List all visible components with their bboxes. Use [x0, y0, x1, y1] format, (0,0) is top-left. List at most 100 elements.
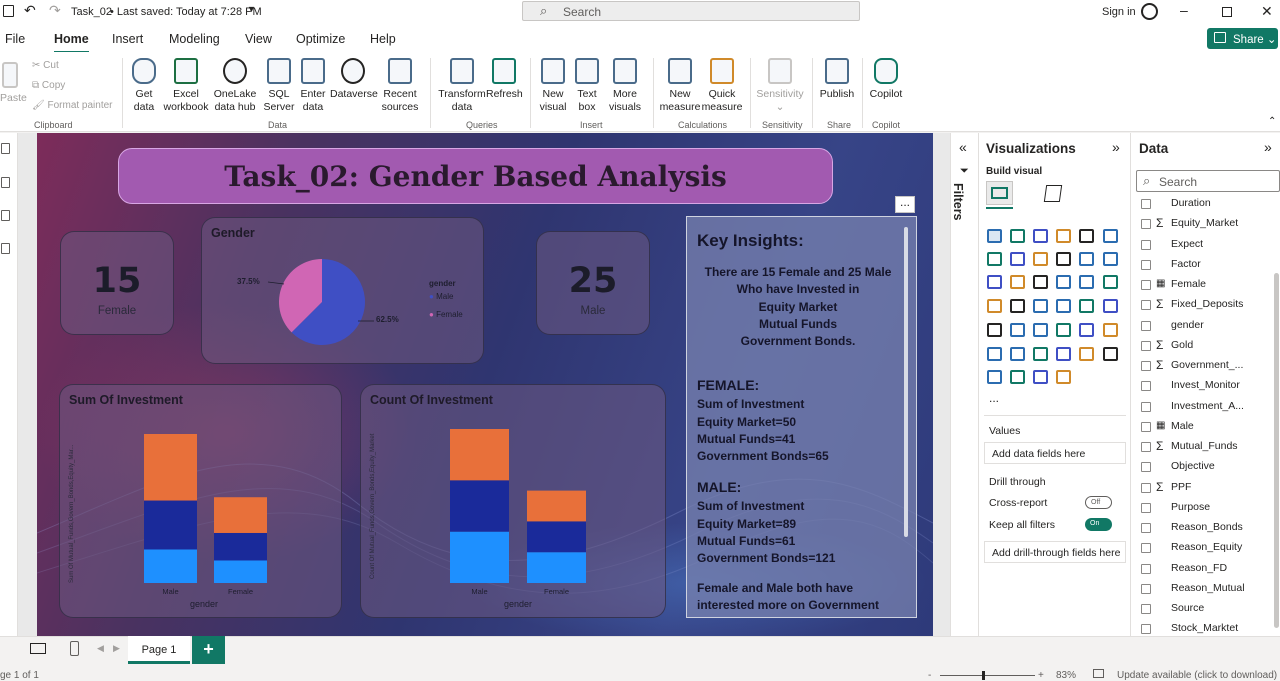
desktop-view-icon[interactable]: [30, 643, 46, 654]
onelake-button[interactable]: OneLake data hub: [211, 58, 259, 114]
new-measure-button[interactable]: New measure: [659, 58, 701, 114]
insights-scrollbar[interactable]: [904, 227, 908, 537]
minimize-icon[interactable]: –: [1180, 2, 1188, 18]
visual-type-icon[interactable]: [1103, 299, 1118, 313]
field-reason-bonds[interactable]: Reason_Bonds: [1141, 521, 1280, 541]
text-box-button[interactable]: Text box: [574, 58, 600, 114]
field-checkbox[interactable]: [1141, 482, 1151, 493]
bar-segment-female[interactable]: [527, 521, 586, 553]
field-checkbox[interactable]: [1141, 320, 1151, 331]
visual-type-icon[interactable]: [1010, 347, 1025, 361]
gender-pie-card[interactable]: Gender 37.5% 62.5% gender ● Male ● Femal…: [201, 217, 484, 364]
dataverse-button[interactable]: Dataverse: [330, 58, 378, 101]
field-reason-mutual[interactable]: Reason_Mutual: [1141, 582, 1280, 602]
visual-type-icon[interactable]: [1056, 229, 1071, 243]
legend-item-female[interactable]: ● Female: [429, 310, 463, 319]
count-investment-chart[interactable]: Male Female: [361, 385, 667, 619]
field-female[interactable]: ▦ Female: [1141, 278, 1280, 298]
bar-segment-male[interactable]: [450, 429, 509, 481]
field-fixed-deposits[interactable]: Σ Fixed_Deposits: [1141, 297, 1280, 318]
field-checkbox[interactable]: [1141, 583, 1151, 594]
visual-type-icon[interactable]: [1103, 252, 1118, 266]
female-kpi-card[interactable]: 15 Female: [60, 231, 174, 335]
visual-type-icon[interactable]: [987, 252, 1002, 266]
visual-type-icon[interactable]: [1079, 275, 1094, 289]
field-reason-equity[interactable]: Reason_Equity: [1141, 541, 1280, 561]
data-search-input[interactable]: ⌕ Search: [1136, 170, 1280, 192]
maximize-icon[interactable]: [1222, 7, 1232, 17]
visual-type-icon[interactable]: [987, 229, 1002, 243]
visual-type-icon[interactable]: [1033, 299, 1048, 313]
visual-type-icon[interactable]: [1079, 299, 1094, 313]
more-options-button[interactable]: ...: [895, 196, 915, 213]
visual-type-icon[interactable]: [1079, 252, 1094, 266]
format-painter-button[interactable]: 🖌 Format painter: [32, 100, 113, 111]
chevron-down-icon[interactable]: ▼: [247, 4, 256, 14]
field-reason-fd[interactable]: Reason_FD: [1141, 562, 1280, 582]
visual-type-icon[interactable]: [1010, 275, 1025, 289]
collapse-data-icon[interactable]: »: [1264, 139, 1272, 155]
field-checkbox[interactable]: [1141, 340, 1151, 351]
mobile-view-icon[interactable]: [70, 641, 79, 656]
copy-button[interactable]: ⧉ Copy: [32, 80, 65, 91]
visual-type-icon[interactable]: [1103, 347, 1118, 361]
field-checkbox[interactable]: [1141, 280, 1151, 290]
key-insights-textbox[interactable]: Key Insights: There are 15 Female and 25…: [686, 216, 917, 618]
report-view-icon[interactable]: [1, 143, 10, 154]
bar-segment-female[interactable]: [527, 490, 586, 522]
sign-in-link[interactable]: Sign in: [1102, 6, 1136, 18]
sum-investment-card[interactable]: Sum Of Investment Sum Of Mutual_Funds,Go…: [59, 384, 342, 618]
field-duration[interactable]: Duration: [1141, 197, 1280, 217]
field-checkbox[interactable]: [1141, 361, 1151, 371]
page-tab-page-1[interactable]: Page 1: [128, 636, 190, 664]
field-equity-market[interactable]: Σ Equity_Market: [1141, 216, 1280, 237]
visual-type-icon[interactable]: [1010, 299, 1025, 313]
visual-type-icon[interactable]: [987, 347, 1002, 361]
sum-investment-chart[interactable]: Male Female: [60, 385, 343, 619]
visual-type-icon[interactable]: [987, 370, 1002, 384]
visual-type-icon[interactable]: [1033, 323, 1048, 337]
bar-segment-male[interactable]: [144, 500, 197, 550]
field-checkbox[interactable]: [1141, 401, 1151, 412]
visual-type-icon[interactable]: [987, 299, 1002, 313]
field-gold[interactable]: Σ Gold: [1141, 338, 1280, 359]
expand-filters-icon[interactable]: «: [959, 139, 967, 155]
account-icon[interactable]: [1141, 3, 1158, 20]
table-view-icon[interactable]: [1, 177, 10, 188]
menu-home[interactable]: Home: [54, 32, 89, 53]
filters-pane-collapsed[interactable]: « ⏷ Filters: [950, 133, 978, 636]
save-icon[interactable]: [3, 5, 14, 17]
field-checkbox[interactable]: [1141, 219, 1151, 230]
legend-item-male[interactable]: ● Male: [429, 292, 453, 301]
model-view-icon[interactable]: [1, 210, 10, 221]
copilot-button[interactable]: Copilot: [866, 58, 906, 101]
field-checkbox[interactable]: [1141, 259, 1151, 270]
bar-segment-male[interactable]: [144, 549, 197, 583]
bar-segment-female[interactable]: [527, 552, 586, 583]
cross-report-toggle[interactable]: Off: [1085, 496, 1112, 509]
field-checkbox[interactable]: [1141, 199, 1151, 209]
field-checkbox[interactable]: [1141, 239, 1151, 250]
visual-type-icon[interactable]: [1010, 370, 1025, 384]
visual-type-icon[interactable]: [1056, 275, 1071, 289]
field-checkbox[interactable]: [1141, 462, 1151, 473]
update-available[interactable]: Update available (click to download): [1117, 670, 1277, 681]
visual-type-icon[interactable]: [1033, 370, 1048, 384]
menu-optimize[interactable]: Optimize: [296, 32, 345, 46]
undo-icon[interactable]: ↶: [24, 2, 36, 19]
recent-sources-button[interactable]: Recent sources: [378, 58, 422, 114]
field-invest-monitor[interactable]: Invest_Monitor: [1141, 379, 1280, 399]
values-drop-zone[interactable]: Add data fields here: [984, 442, 1126, 464]
search-input[interactable]: ⌕ Search: [522, 1, 860, 21]
menu-modeling[interactable]: Modeling: [169, 32, 220, 46]
close-icon[interactable]: ✕: [1261, 3, 1273, 20]
sensitivity-button[interactable]: Sensitivity ⌄: [756, 58, 804, 114]
field-expect[interactable]: Expect: [1141, 238, 1280, 258]
field-checkbox[interactable]: [1141, 523, 1151, 533]
more-visuals-button[interactable]: More visuals: [603, 58, 647, 114]
collapse-pane-icon[interactable]: »: [1112, 139, 1120, 155]
publish-button[interactable]: Publish: [818, 58, 856, 101]
field-investment-a-[interactable]: Investment_A...: [1141, 400, 1280, 420]
field-checkbox[interactable]: [1141, 300, 1151, 311]
visual-type-icon[interactable]: [1010, 252, 1025, 266]
